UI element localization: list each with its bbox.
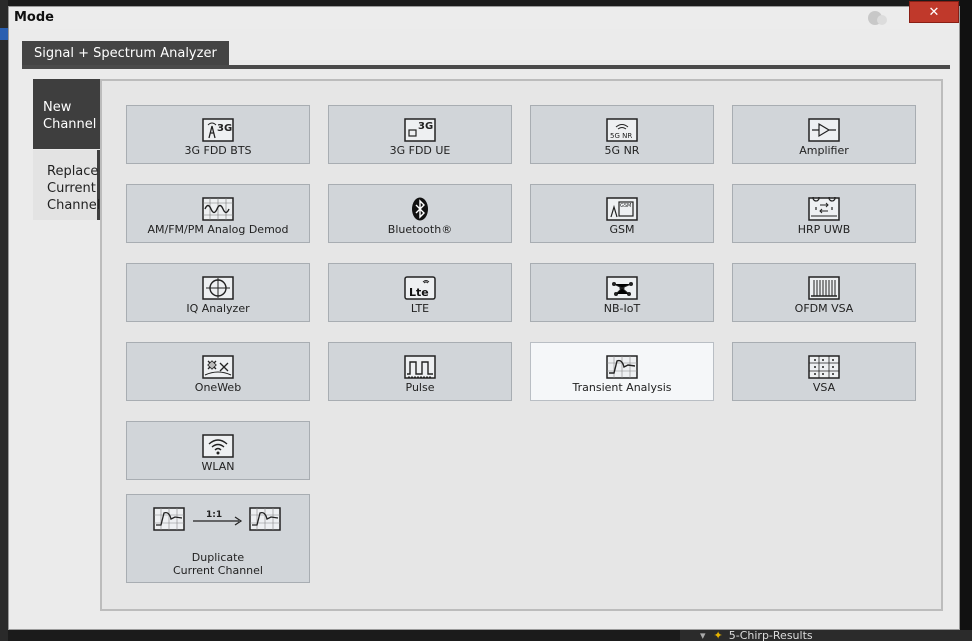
duplicate-ratio: 1:1 (206, 510, 222, 520)
tile-label: AM/FM/PM Analog Demod (147, 223, 289, 236)
tab-underline (22, 65, 950, 69)
background-tree-item: ▾ ✦ 5-Chirp-Results (680, 630, 972, 641)
side-tab-new-channel[interactable]: New Channel (33, 79, 101, 149)
tile-label: NB-IoT (603, 302, 641, 315)
mode-dialog: Mode ✕ Signal + Spectrum Analyzer New Ch… (8, 1, 960, 630)
tile-5g-nr[interactable]: 5G NR 5G NR (530, 105, 714, 164)
ofdm-vsa-icon (808, 276, 840, 300)
icon-text: GSM (620, 203, 631, 209)
background-right-strip (960, 0, 972, 641)
tile-lte[interactable]: Lte LTE (328, 263, 512, 322)
tile-label: WLAN (201, 460, 235, 473)
expand-arrow-icon: ▾ (700, 630, 706, 641)
tile-3g-fdd-bts[interactable]: 3G 3G FDD BTS (126, 105, 310, 164)
pulse-icon (404, 355, 436, 379)
side-tab-label-line: Channel (47, 198, 101, 213)
icon-text: 3G (418, 121, 433, 132)
background-window-edge (0, 0, 8, 641)
tile-transient-analysis[interactable]: Transient Analysis (530, 342, 714, 401)
tile-label: Pulse (405, 381, 435, 394)
icon-text: Lte (409, 286, 429, 299)
tile-duplicate-current-channel[interactable]: 1:1 Duplicate Current Channel (126, 494, 310, 583)
tile-label-line: Duplicate (191, 551, 245, 564)
tile-hrp-uwb[interactable]: HRP UWB (732, 184, 916, 243)
vsa-icon (808, 355, 840, 379)
background-selection (0, 28, 8, 40)
title-bar: Mode (9, 7, 959, 29)
hrp-uwb-icon (808, 197, 840, 221)
side-tab-replace-current-channel[interactable]: Replace Current Channel (33, 150, 101, 220)
tile-oneweb[interactable]: OneWeb (126, 342, 310, 401)
analog-demod-icon (202, 197, 234, 221)
amplifier-icon (808, 118, 840, 142)
tile-label: HRP UWB (797, 223, 851, 236)
application-grid-panel: 3G 3G FDD BTS 3G 3G FDD UE 5G NR 5G NR A… (100, 79, 943, 611)
tile-label-line: Current Channel (173, 564, 263, 577)
3g-ue-icon: 3G (404, 118, 436, 142)
side-tab-label-line: New (43, 100, 72, 115)
transient-analysis-icon (606, 355, 638, 379)
gsm-icon: GSM (606, 197, 638, 221)
5g-nr-icon: 5G NR (606, 118, 638, 142)
background-tree-item-label: 5-Chirp-Results (728, 630, 813, 641)
lte-icon: Lte (404, 276, 436, 300)
icon-text: 3G (217, 123, 232, 134)
tile-analog-demod[interactable]: AM/FM/PM Analog Demod (126, 184, 310, 243)
star-icon: ✦ (713, 630, 723, 641)
tile-label: OFDM VSA (794, 302, 854, 315)
tile-label: 5G NR (604, 144, 640, 157)
side-tab-label-line: Replace (47, 164, 99, 179)
tile-label: LTE (410, 302, 430, 315)
nb-iot-icon (606, 276, 638, 300)
tile-label: GSM (609, 223, 635, 236)
tile-pulse[interactable]: Pulse (328, 342, 512, 401)
side-tab-label-line: Channel (43, 117, 97, 132)
bluetooth-icon (412, 197, 428, 221)
tile-nb-iot[interactable]: NB-IoT (530, 263, 714, 322)
tile-iq-analyzer[interactable]: IQ Analyzer (126, 263, 310, 322)
dialog-title: Mode (14, 10, 54, 25)
tile-3g-fdd-ue[interactable]: 3G 3G FDD UE (328, 105, 512, 164)
wlan-icon (202, 434, 234, 458)
tile-amplifier[interactable]: Amplifier (732, 105, 916, 164)
tile-label: OneWeb (194, 381, 242, 394)
tile-vsa[interactable]: VSA (732, 342, 916, 401)
iq-analyzer-icon (202, 276, 234, 300)
side-tab-label-line: Current (47, 181, 96, 196)
tile-label: Bluetooth® (387, 223, 453, 236)
tile-ofdm-vsa[interactable]: OFDM VSA (732, 263, 916, 322)
tile-label: IQ Analyzer (186, 302, 250, 315)
icon-text: 5G NR (610, 132, 632, 140)
tile-gsm[interactable]: GSM GSM (530, 184, 714, 243)
tile-bluetooth[interactable]: Bluetooth® (328, 184, 512, 243)
duplicate-channel-icon: 1:1 (153, 507, 281, 531)
help-bubble-icon[interactable] (867, 10, 887, 26)
tile-label: VSA (812, 381, 836, 394)
oneweb-icon (202, 355, 234, 379)
close-button[interactable]: ✕ (909, 1, 959, 23)
tab-signal-spectrum-analyzer[interactable]: Signal + Spectrum Analyzer (22, 41, 229, 67)
tile-wlan[interactable]: WLAN (126, 421, 310, 480)
tile-label: Amplifier (799, 144, 849, 157)
tile-label: 3G FDD BTS (184, 144, 252, 157)
tile-label: Transient Analysis (572, 381, 672, 394)
tile-label: Duplicate Current Channel (127, 551, 309, 577)
3g-bts-icon: 3G (202, 118, 234, 142)
tile-label: 3G FDD UE (389, 144, 451, 157)
